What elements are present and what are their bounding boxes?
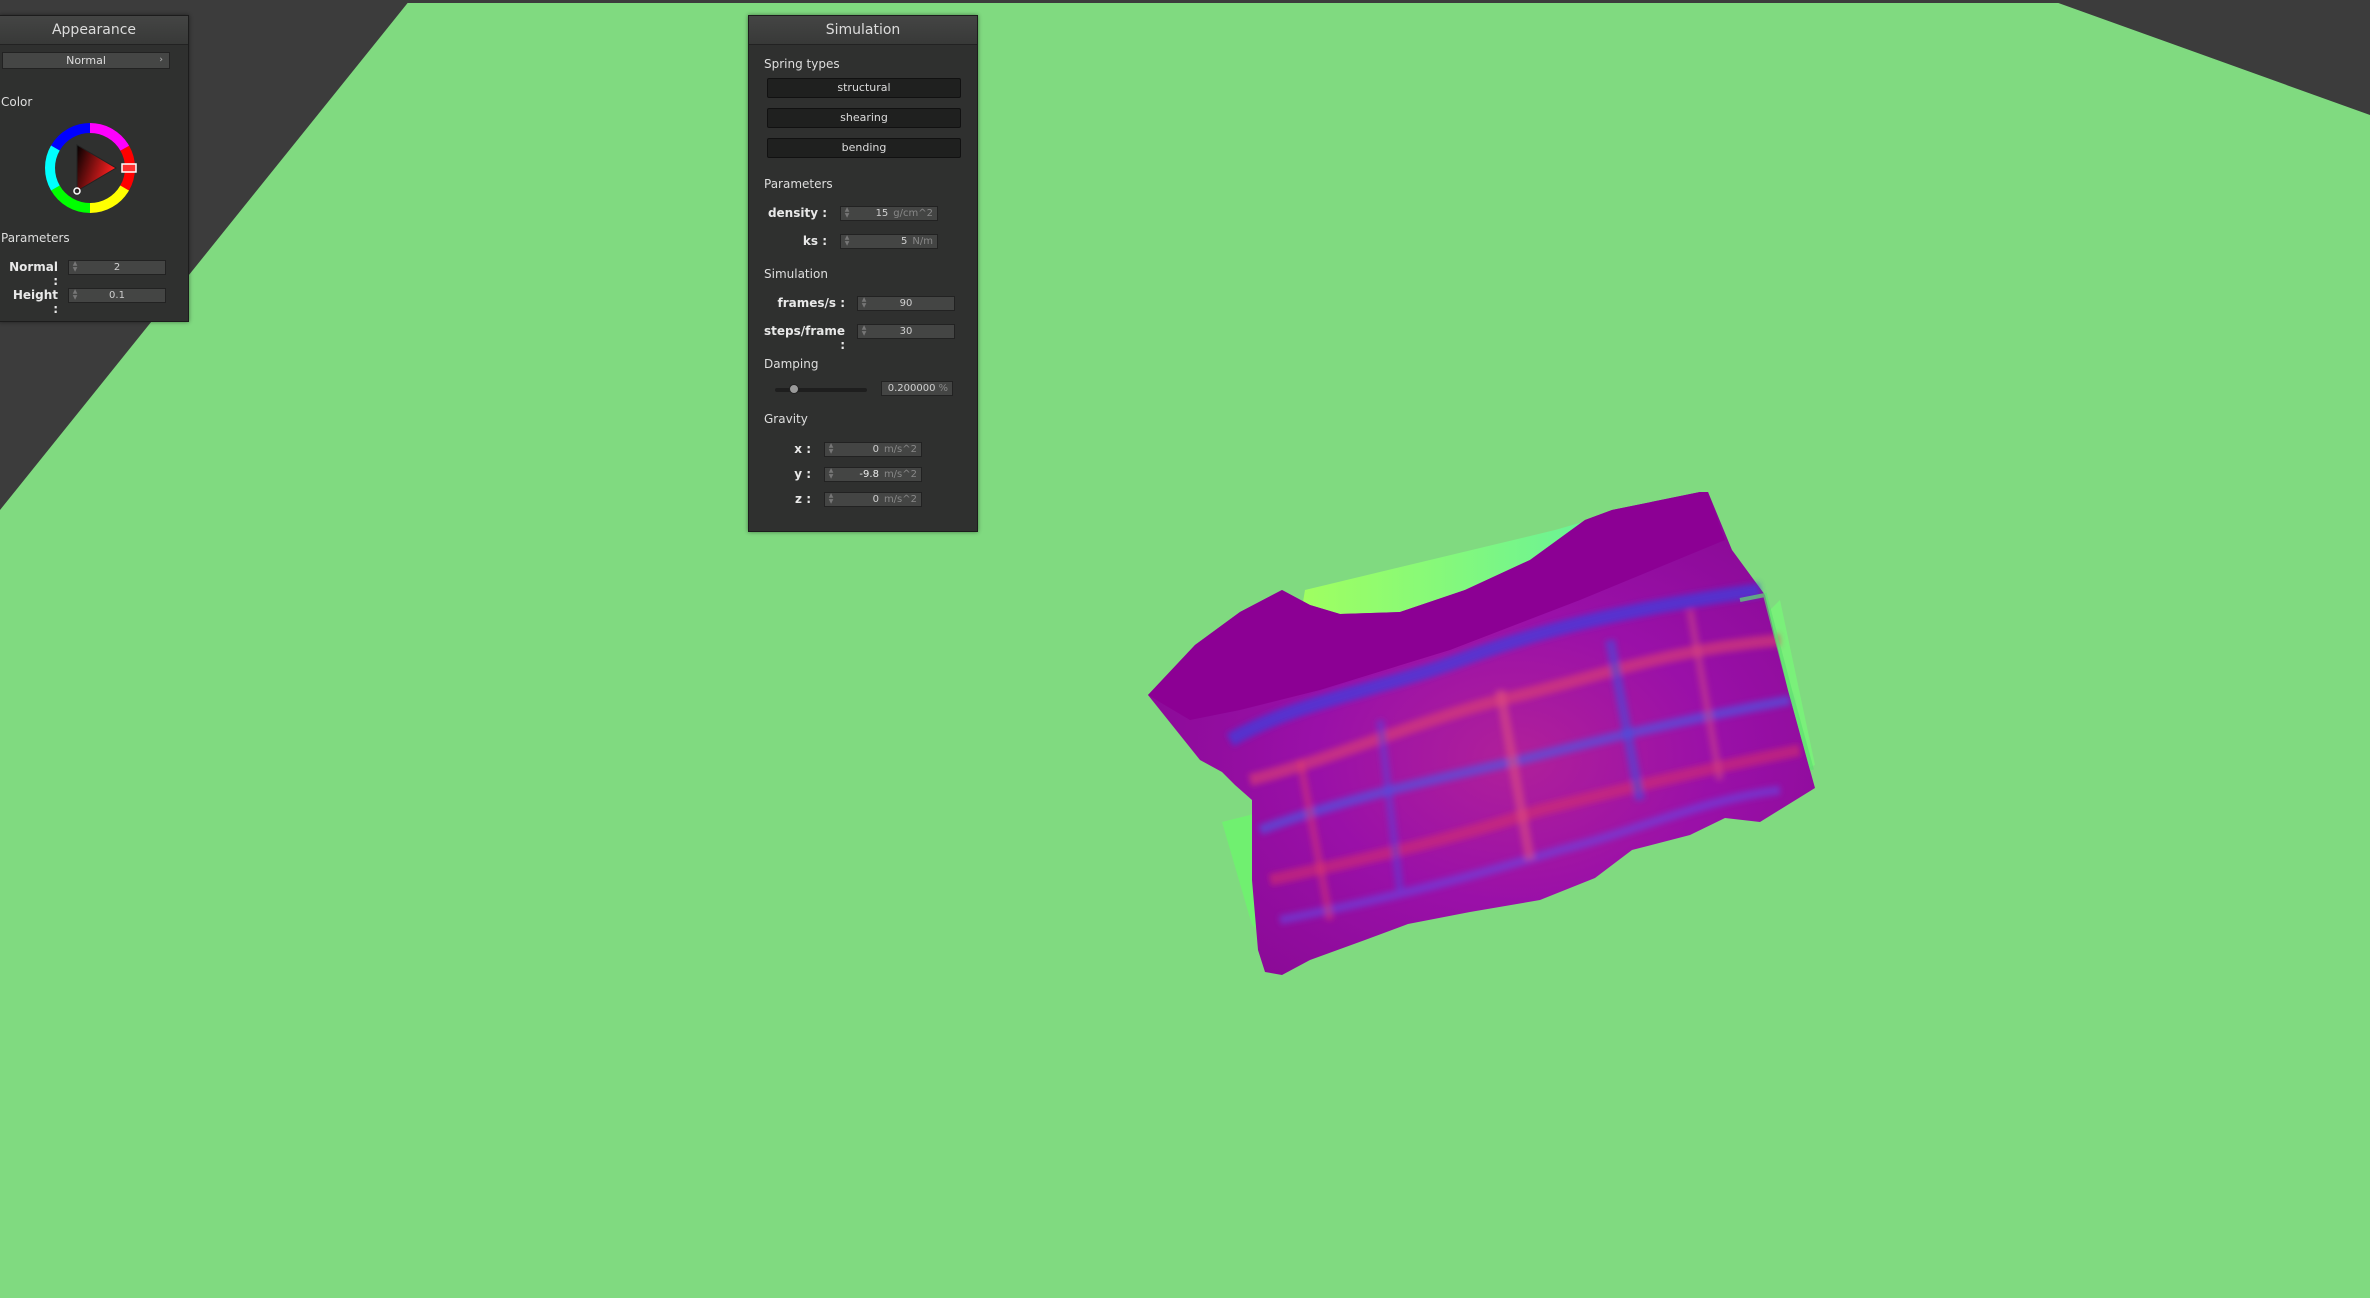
- gravity-y-label: y :: [794, 467, 811, 481]
- ks-label: ks :: [802, 234, 827, 248]
- simulation-panel: Simulation Spring types structural shear…: [748, 15, 978, 532]
- gravity-label: Gravity: [764, 412, 808, 426]
- spin-arrows-icon[interactable]: ▲ ▼: [827, 443, 835, 456]
- gravity-z-unit: m/s^2: [883, 494, 917, 505]
- ks-spinbox[interactable]: ▲ ▼ 5 N/m: [840, 234, 938, 249]
- cloth-mesh: [1148, 492, 1815, 975]
- parameters-label: Parameters: [764, 177, 833, 191]
- appearance-panel: Appearance Normal › Color Parameters Nor…: [0, 15, 189, 322]
- gravity-z-label: z :: [795, 492, 811, 506]
- normal-label: Normal :: [9, 260, 58, 288]
- density-spinbox[interactable]: ▲ ▼ 15 g/cm^2: [840, 206, 938, 221]
- ks-value: 5: [901, 236, 908, 247]
- density-unit: g/cm^2: [893, 208, 933, 219]
- height-label: Height :: [12, 288, 58, 316]
- frames-per-second-spinbox[interactable]: ▲ ▼ 90: [857, 296, 955, 311]
- steps-per-frame-spinbox[interactable]: ▲ ▼ 30: [857, 324, 955, 339]
- damping-value: 0.200000: [887, 383, 936, 394]
- gravity-z-value: 0: [872, 494, 879, 505]
- gravity-x-label: x :: [794, 442, 811, 456]
- damping-slider-handle[interactable]: [789, 384, 799, 394]
- density-label: density :: [767, 206, 827, 220]
- gravity-z-spinbox[interactable]: ▲ ▼ 0 m/s^2: [824, 492, 922, 507]
- simulation-panel-title: Simulation: [749, 16, 977, 45]
- gravity-y-value: -9.8: [859, 469, 879, 480]
- frames-per-second-label: frames/s :: [777, 296, 845, 310]
- render-mode-value: Normal: [66, 54, 106, 67]
- color-section-label: Color: [1, 95, 33, 109]
- shearing-button[interactable]: shearing: [767, 108, 961, 128]
- gravity-y-unit: m/s^2: [883, 469, 917, 480]
- color-wheel-icon[interactable]: [42, 120, 138, 216]
- corner-shade-right: [2050, 0, 2370, 115]
- spring-types-label: Spring types: [764, 57, 840, 71]
- spin-arrows-icon[interactable]: ▲ ▼: [827, 493, 835, 506]
- 3d-viewport[interactable]: [0, 0, 2370, 1298]
- height-spinbox[interactable]: ▲ ▼ 0.1: [68, 288, 166, 303]
- spin-arrows-icon[interactable]: ▲ ▼: [843, 207, 851, 220]
- render-mode-select[interactable]: Normal ›: [2, 52, 170, 69]
- spin-arrows-icon[interactable]: ▲ ▼: [843, 235, 851, 248]
- gravity-x-value: 0: [872, 444, 879, 455]
- steps-per-frame-label: steps/frame :: [763, 324, 845, 352]
- gravity-y-spinbox[interactable]: ▲ ▼ -9.8 m/s^2: [824, 467, 922, 482]
- appearance-parameters-label: Parameters: [1, 231, 70, 245]
- damping-label: Damping: [764, 357, 819, 371]
- structural-button[interactable]: structural: [767, 78, 961, 98]
- chevron-right-icon: ›: [159, 55, 163, 65]
- appearance-panel-title: Appearance: [0, 16, 188, 45]
- normal-value: 2: [113, 262, 121, 273]
- steps-per-frame-value: 30: [899, 326, 913, 337]
- simulation-section-label: Simulation: [764, 267, 828, 281]
- gravity-x-spinbox[interactable]: ▲ ▼ 0 m/s^2: [824, 442, 922, 457]
- bending-button[interactable]: bending: [767, 138, 961, 158]
- spin-arrows-icon[interactable]: ▲ ▼: [827, 468, 835, 481]
- density-value: 15: [875, 208, 889, 219]
- height-value: 0.1: [109, 290, 125, 301]
- frames-per-second-value: 90: [899, 298, 913, 309]
- ks-unit: N/m: [912, 236, 933, 247]
- normal-spinbox[interactable]: ▲ ▼ 2: [68, 260, 166, 275]
- gravity-x-unit: m/s^2: [883, 444, 917, 455]
- damping-unit: %: [938, 383, 948, 394]
- damping-spinbox[interactable]: 0.200000%: [881, 381, 953, 396]
